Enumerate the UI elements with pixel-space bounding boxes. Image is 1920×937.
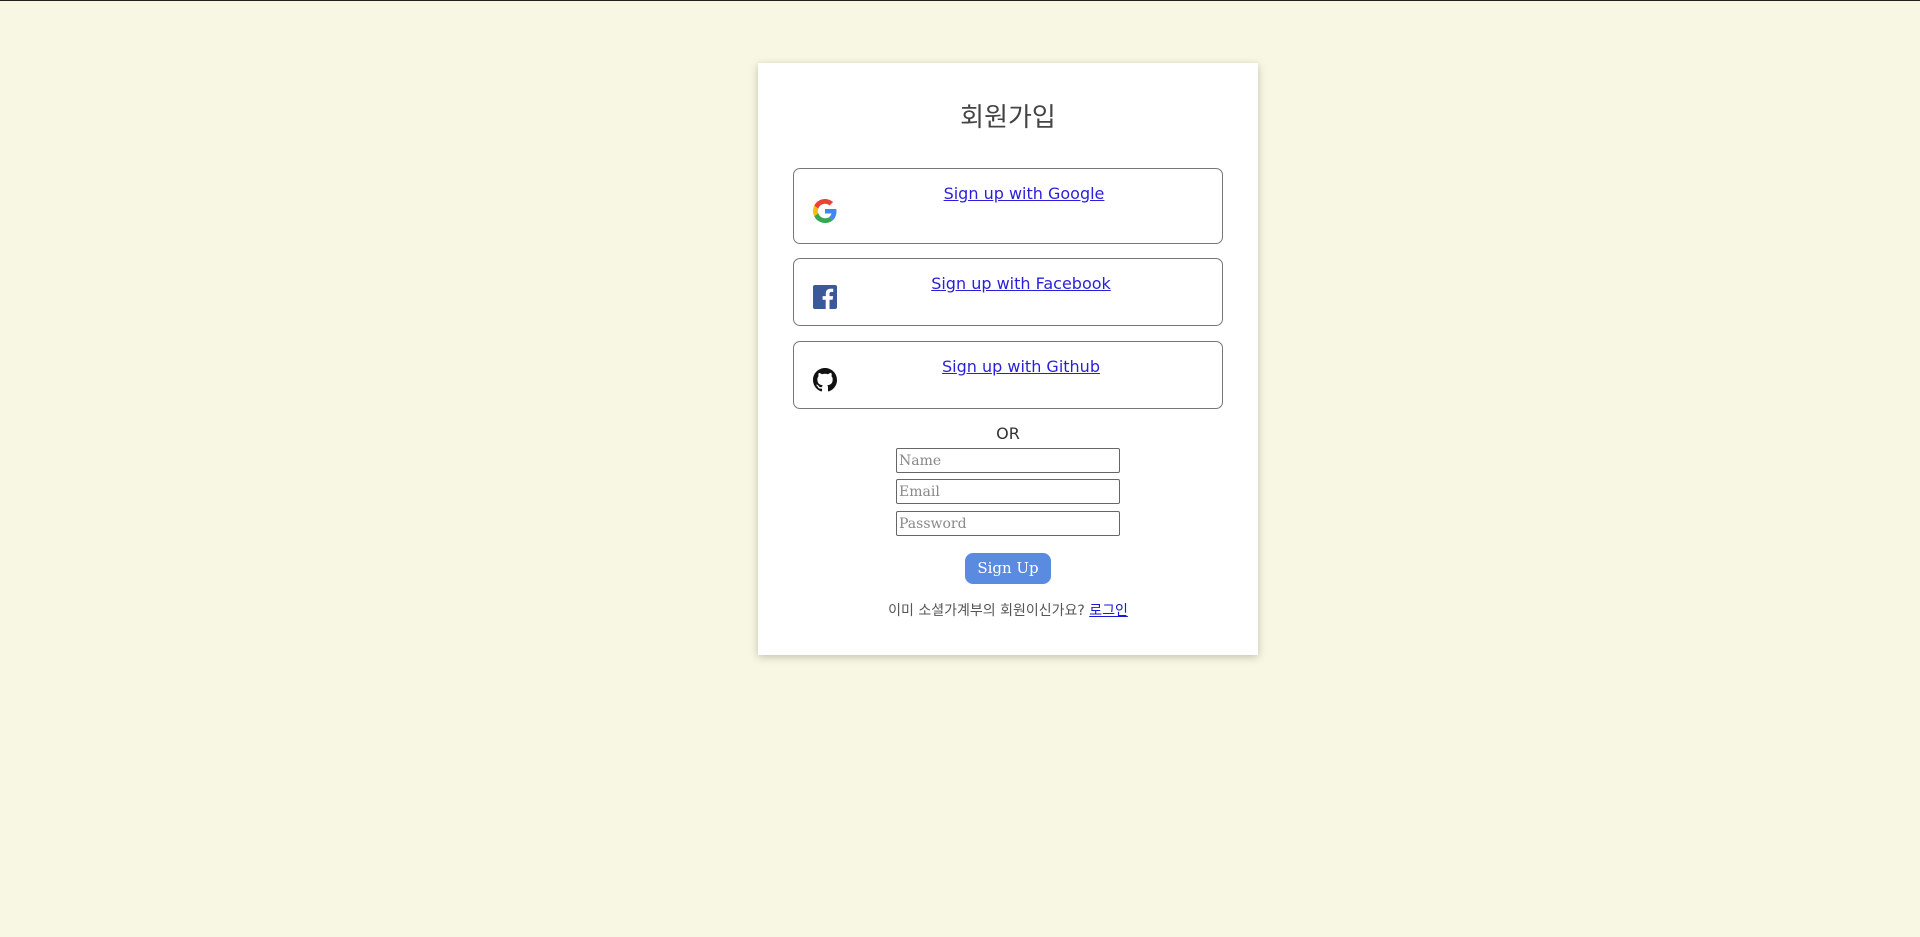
page-title: 회원가입: [960, 103, 1056, 133]
name-field[interactable]: [896, 448, 1120, 473]
facebook-signup-button[interactable]: Sign up with Facebook: [793, 258, 1223, 326]
login-prompt: 이미 소셜가계부의 회원이신가요? 로그인: [758, 600, 1258, 620]
login-prompt-text: 이미 소셜가계부의 회원이신가요?: [888, 603, 1090, 619]
google-signup-link[interactable]: Sign up with Google: [794, 184, 1222, 203]
login-link[interactable]: 로그인: [1089, 603, 1128, 619]
signup-button[interactable]: Sign Up: [965, 553, 1051, 584]
facebook-signup-link[interactable]: Sign up with Facebook: [794, 274, 1222, 293]
google-signup-button[interactable]: Sign up with Google: [793, 168, 1223, 244]
signup-card: 회원가입 Sign up with Google Sign up with Fa…: [758, 63, 1258, 655]
or-divider: OR: [996, 424, 1020, 443]
github-signup-button[interactable]: Sign up with Github: [793, 341, 1223, 409]
password-field[interactable]: [896, 511, 1120, 536]
github-signup-link[interactable]: Sign up with Github: [794, 357, 1222, 376]
email-field[interactable]: [896, 479, 1120, 504]
